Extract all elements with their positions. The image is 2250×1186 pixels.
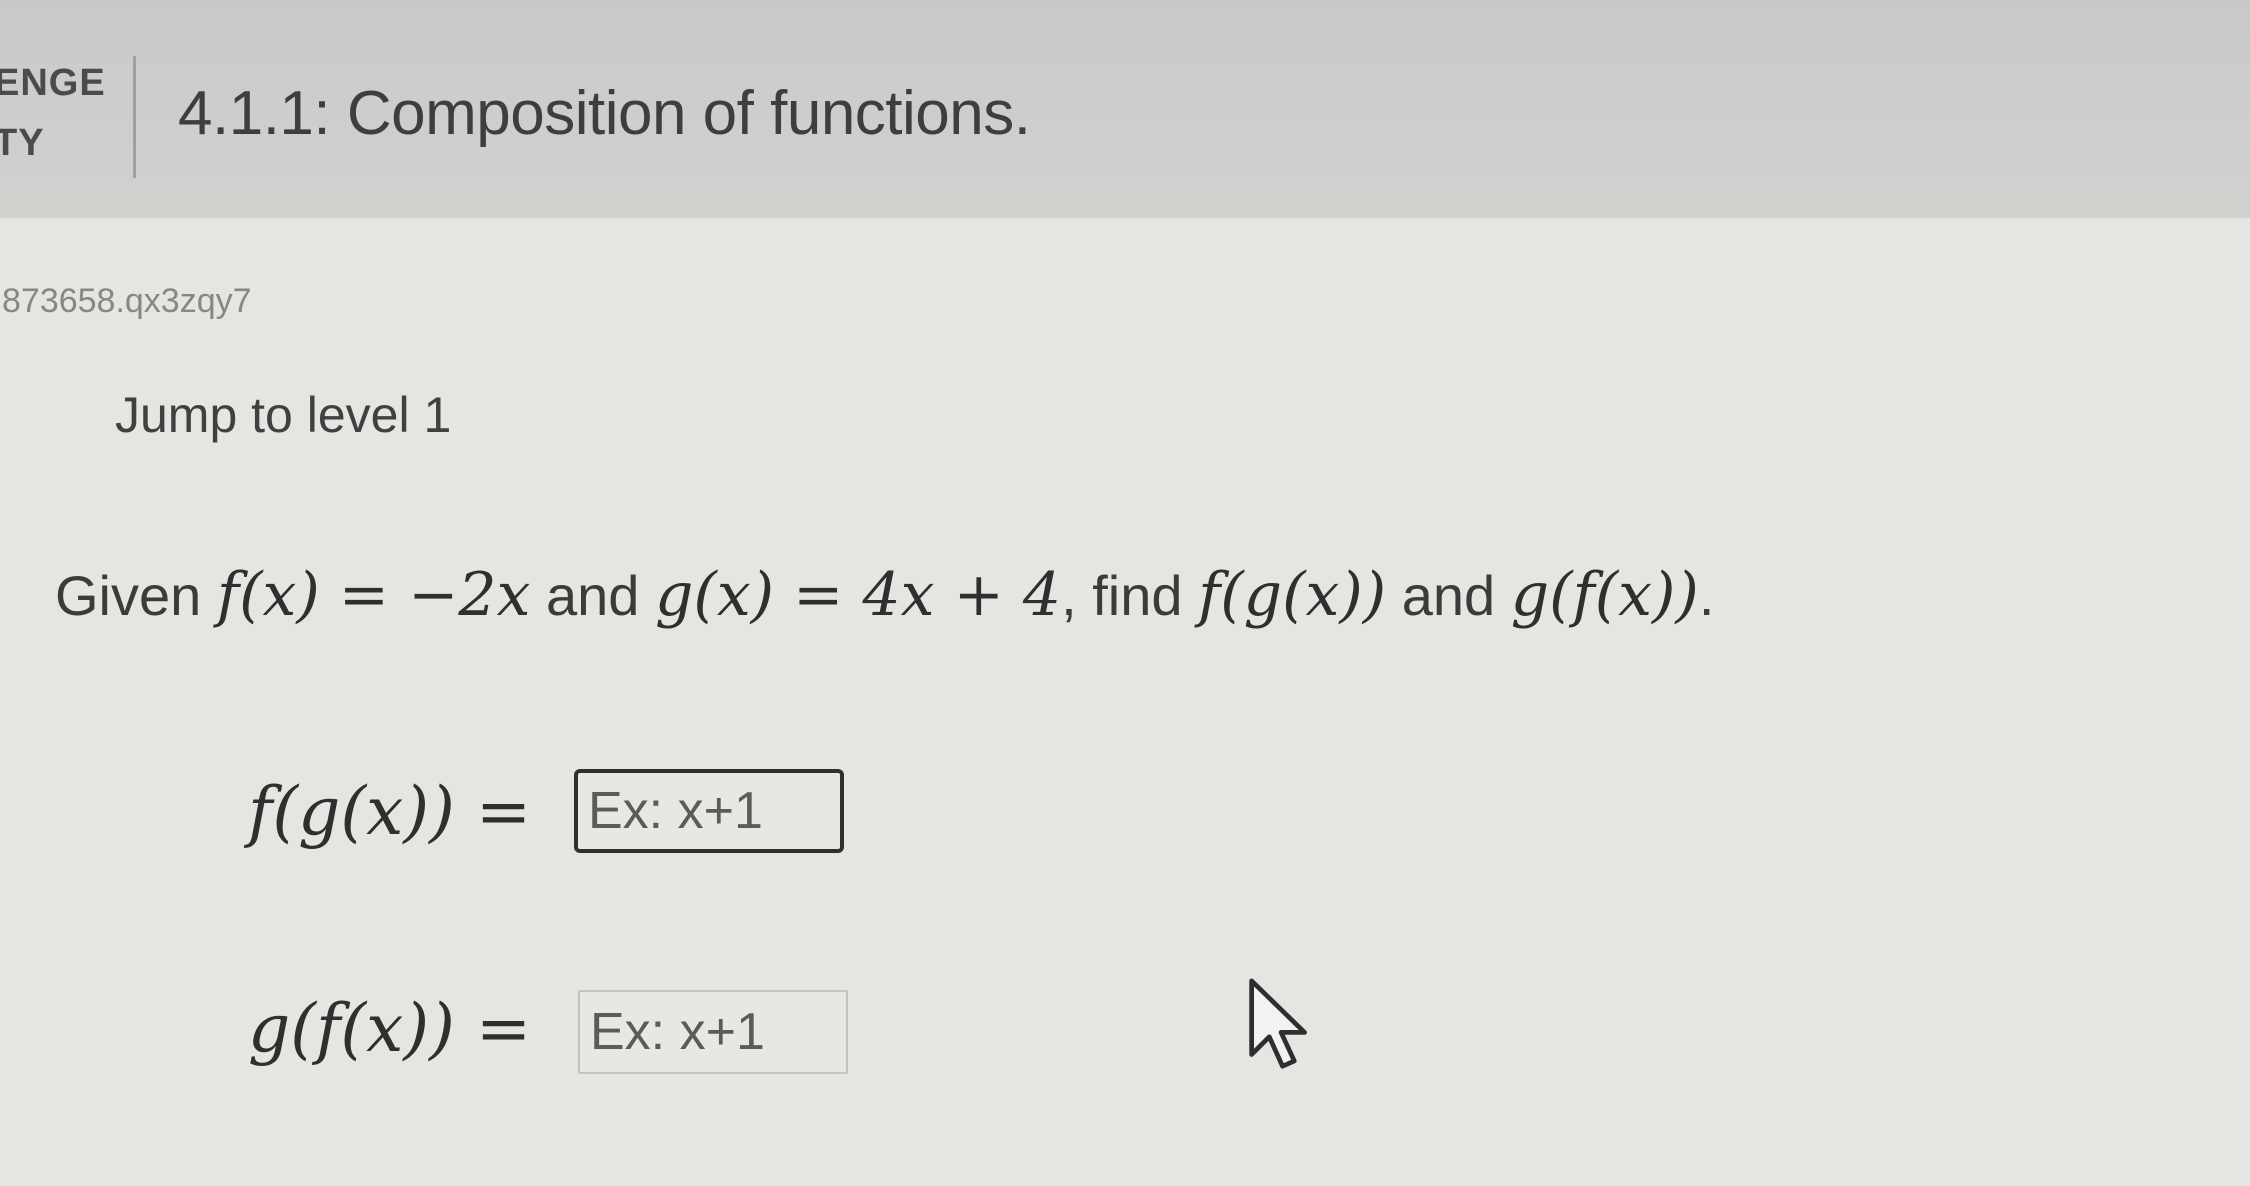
mouse-pointer-icon [1249,978,1307,1069]
answer-input-fg[interactable] [574,769,844,853]
problem-and-text: and [530,564,655,627]
fg-expression: f(g(x)) [1198,560,1387,630]
problem-given-text: Given [55,564,217,627]
gf-expression: g(f(x)) [1510,560,1699,630]
problem-find-text: , find [1061,564,1199,627]
activity-header: ENGE TY 4.1.1: Composition of functions. [0,0,2250,218]
problem-end-text: . [1698,564,1715,627]
g-definition: g(x) = 4x + 4 [655,560,1062,630]
activity-type-badge-line-2: TY [0,122,45,164]
problem-statement: Given f(x) = −2x and g(x) = 4x + 4, find… [55,560,1714,630]
answer-label-gf: g(f(x)) = [248,990,532,1067]
f-definition: f(x) = −2x [216,560,531,630]
header-divider [133,56,136,178]
activity-type-badge-line-1: ENGE [0,62,106,104]
activity-id: 873658.qx3zqy7 [2,282,252,320]
activity-title: 4.1.1: Composition of functions. [178,79,1031,148]
answer-input-gf[interactable] [578,990,848,1074]
answer-label-fg: f(g(x)) = [248,773,532,850]
problem-and-text-2: and [1386,564,1511,627]
jump-to-level-link[interactable]: Jump to level 1 [115,386,451,444]
